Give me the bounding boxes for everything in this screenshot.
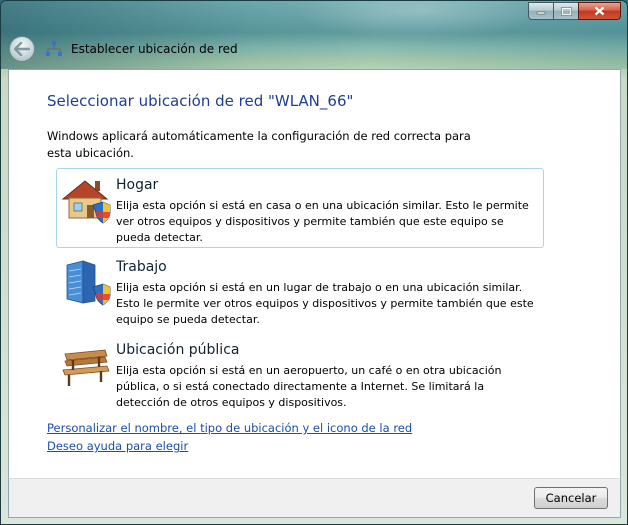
- office-building-icon: [66, 260, 111, 306]
- option-work[interactable]: Trabajo Elija esta opción si está en un …: [56, 250, 544, 330]
- option-home-description: Elija esta opción si está en casa o en u…: [116, 199, 529, 244]
- cancel-button[interactable]: Cancelar: [534, 487, 608, 509]
- close-button[interactable]: [578, 2, 621, 20]
- close-icon: [594, 6, 605, 16]
- option-home[interactable]: Hogar Elija esta opción si está en casa …: [56, 168, 544, 248]
- intro-text: Windows aplicará automáticamente la conf…: [47, 129, 471, 160]
- page-heading: Seleccionar ubicación de red "WLAN_66": [47, 92, 354, 110]
- minimize-icon: [536, 11, 546, 15]
- option-public-title: Ubicación pública: [116, 342, 240, 358]
- network-icon: [46, 41, 62, 56]
- maximize-icon: [560, 6, 572, 16]
- back-button[interactable]: [9, 36, 35, 62]
- minimize-button[interactable]: [528, 2, 553, 20]
- park-bench-icon: [62, 349, 110, 386]
- navigation-row: Establecer ubicación de red: [9, 35, 238, 63]
- back-arrow-icon: [14, 42, 30, 56]
- home-icon: [61, 180, 111, 224]
- maximize-button[interactable]: [553, 2, 578, 20]
- option-work-description: Elija esta opción si está en un lugar de…: [116, 281, 534, 326]
- option-home-title: Hogar: [116, 177, 159, 193]
- option-public-description: Elija esta opción si está en un aeropuer…: [116, 364, 502, 409]
- customize-network-link[interactable]: Personalizar el nombre, el tipo de ubica…: [47, 421, 412, 435]
- help-choose-link[interactable]: Deseo ayuda para elegir: [47, 439, 188, 453]
- window-title: Establecer ubicación de red: [71, 42, 238, 56]
- caption-buttons: [528, 2, 621, 20]
- content-area: Seleccionar ubicación de red "WLAN_66" W…: [8, 69, 621, 478]
- dialog-window: Establecer ubicación de red Seleccionar …: [0, 0, 628, 525]
- dialog-footer: Cancelar: [8, 478, 621, 518]
- option-public[interactable]: Ubicación pública Elija esta opción si e…: [56, 333, 544, 413]
- option-work-title: Trabajo: [116, 259, 167, 275]
